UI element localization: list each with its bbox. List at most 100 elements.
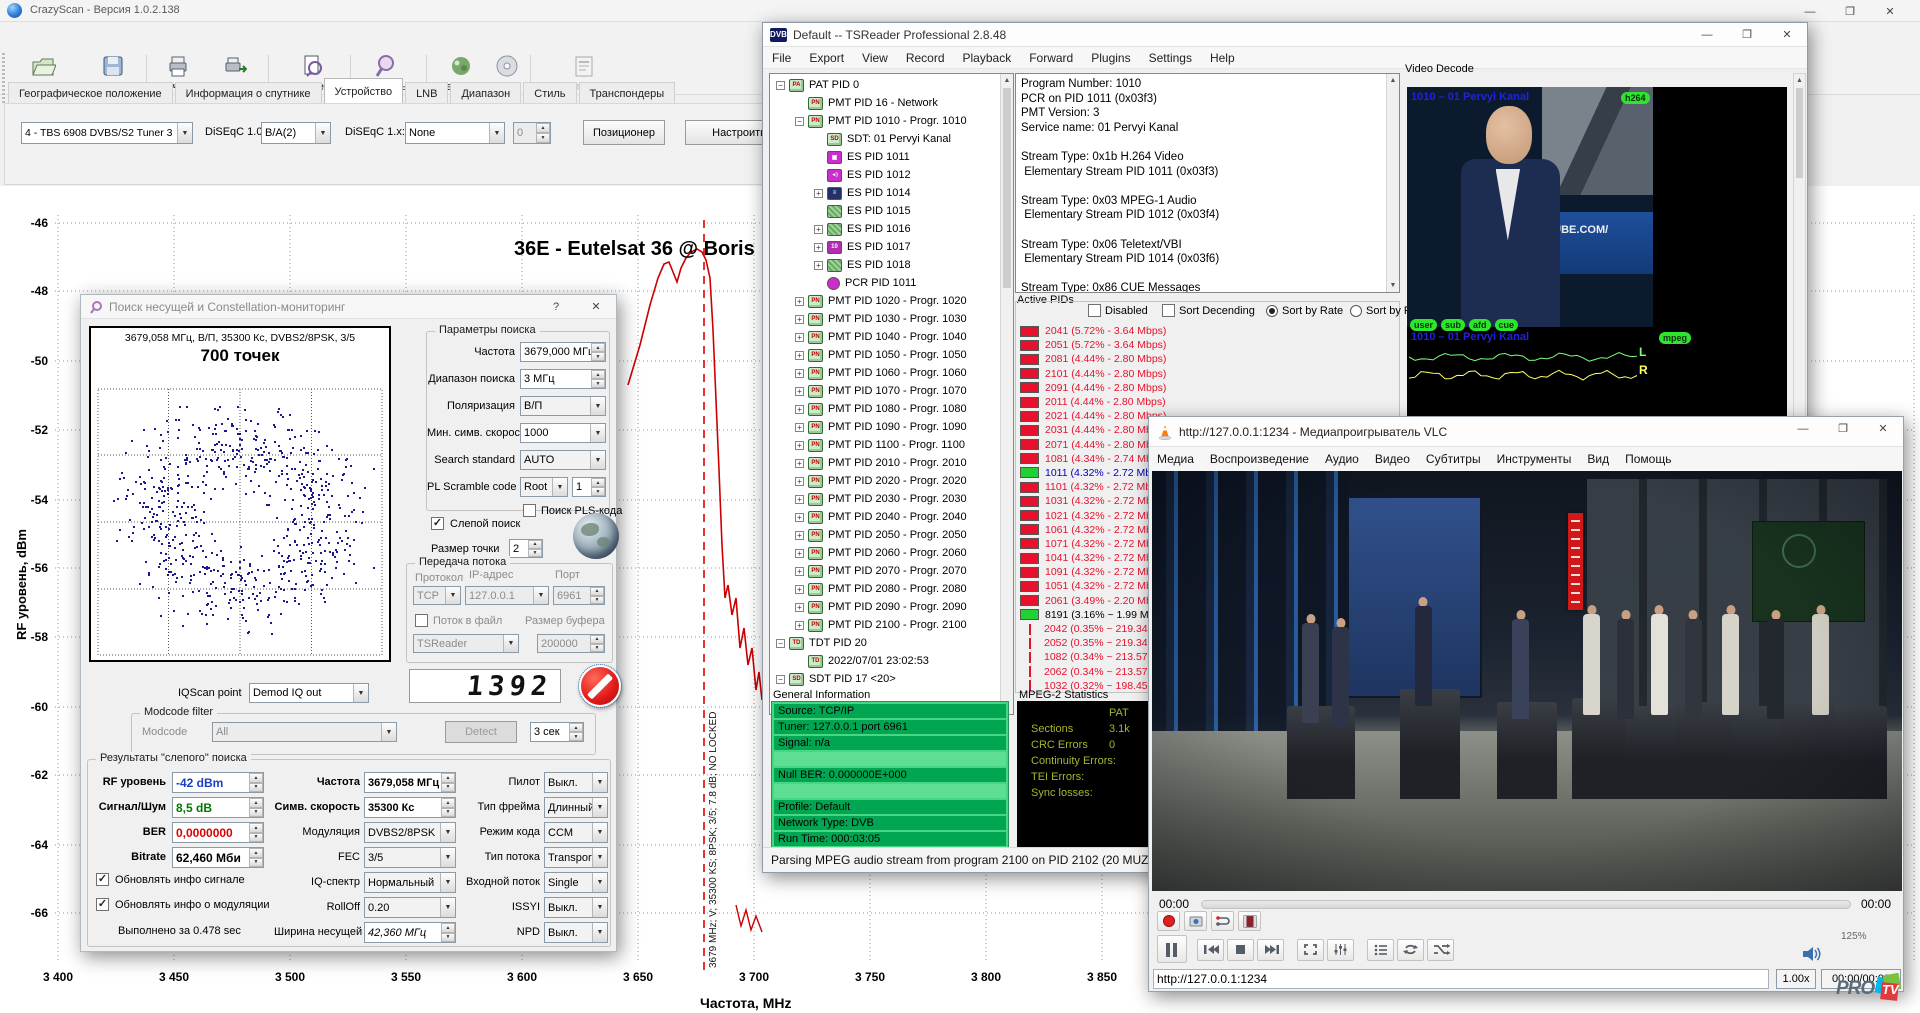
expand-icon[interactable]: + — [795, 603, 804, 612]
result-spinner[interactable]: 62,460 Мби▲▼ — [172, 847, 264, 868]
chevron-down-icon[interactable]: ▼ — [592, 823, 607, 842]
expand-icon[interactable]: + — [795, 441, 804, 450]
menu-plugins[interactable]: Plugins — [1082, 47, 1139, 68]
vlc-minimize-button[interactable]: — — [1783, 417, 1823, 440]
spinner-arrows-icon[interactable]: ▲▼ — [441, 773, 455, 792]
spinner-arrows-icon[interactable]: ▲▼ — [590, 635, 604, 652]
tree-item[interactable]: +PNPMT PID 2060 - Progr. 2060 — [772, 544, 1000, 562]
update-signal-checkbox[interactable]: ✓ — [96, 873, 109, 886]
menu-settings[interactable]: Settings — [1140, 47, 1201, 68]
spinner-arrows-icon[interactable]: ▲▼ — [249, 848, 263, 867]
result-spinner[interactable]: 42,360 МГц▲▼ — [364, 922, 456, 943]
vlc-menu-аудио[interactable]: Аудио — [1317, 447, 1367, 471]
scroll-up-icon[interactable]: ▲ — [1387, 74, 1399, 87]
port-spinner[interactable]: 6961 ▲▼ — [553, 586, 605, 605]
spinner-arrows-icon[interactable]: ▲▼ — [591, 478, 605, 496]
scroll-up-icon[interactable]: ▲ — [1001, 74, 1013, 87]
chevron-down-icon[interactable]: ▼ — [592, 798, 607, 817]
vlc-loop-button[interactable] — [1397, 939, 1424, 961]
spinner-arrows-icon[interactable]: ▲▼ — [591, 343, 605, 361]
pid-row[interactable]: 2081 (4.44% - 2.80 Mbps) — [1020, 352, 1320, 366]
pids-disabled-checkbox[interactable] — [1088, 304, 1101, 317]
tree-item[interactable]: PNPMT PID 16 - Network — [772, 94, 1000, 112]
sort-by-rate-radio[interactable] — [1266, 305, 1278, 317]
ip-select[interactable]: 127.0.0.1 ▼ — [465, 586, 549, 605]
chevron-down-icon[interactable]: ▼ — [590, 397, 605, 415]
expand-icon[interactable]: + — [795, 495, 804, 504]
protocol-select[interactable]: TCP ▼ — [413, 586, 461, 605]
expand-icon[interactable]: + — [795, 567, 804, 576]
result-select[interactable]: Выкл.▼ — [544, 897, 608, 918]
tree-item[interactable]: +PNPMT PID 2050 - Progr. 2050 — [772, 526, 1000, 544]
expand-icon[interactable]: + — [795, 549, 804, 558]
expand-icon[interactable]: + — [795, 351, 804, 360]
menu-forward[interactable]: Forward — [1020, 47, 1082, 68]
tree-item[interactable]: +PNPMT PID 2010 - Progr. 2010 — [772, 454, 1000, 472]
expand-icon[interactable]: + — [795, 387, 804, 396]
result-select[interactable]: Нормальный▼ — [364, 872, 456, 893]
chevron-down-icon[interactable]: ▼ — [592, 873, 607, 892]
pids-sortdesc-checkbox[interactable] — [1162, 304, 1175, 317]
chevron-down-icon[interactable]: ▼ — [590, 424, 605, 442]
menu-export[interactable]: Export — [800, 47, 853, 68]
info-scrollbar[interactable]: ▲ ▼ — [1386, 74, 1399, 292]
tree-item[interactable]: +PNPMT PID 2100 - Progr. 2100 — [772, 616, 1000, 634]
menu-help[interactable]: Help — [1201, 47, 1244, 68]
scrollbar-thumb[interactable] — [1796, 88, 1803, 178]
vlc-video-area[interactable] — [1152, 471, 1902, 891]
expand-icon[interactable]: + — [814, 261, 823, 270]
spinner-arrows-icon[interactable]: ▲▼ — [249, 798, 263, 817]
vlc-previous-button[interactable] — [1197, 939, 1224, 961]
result-select[interactable]: Single▼ — [544, 872, 608, 893]
vlc-rate-display[interactable]: 1.00x — [1776, 969, 1816, 989]
chevron-down-icon[interactable]: ▼ — [590, 451, 605, 469]
vlc-frame-button[interactable] — [1238, 911, 1261, 931]
result-spinner[interactable]: 0,0000000▲▼ — [172, 822, 264, 843]
vlc-pause-button[interactable] — [1157, 935, 1187, 963]
param-select[interactable]: В/П▼ — [520, 396, 606, 416]
param-select[interactable]: AUTO▼ — [520, 450, 606, 470]
chevron-down-icon[interactable]: ▼ — [440, 898, 455, 917]
chevron-down-icon[interactable]: ▼ — [440, 848, 455, 867]
buffer-size-spinner[interactable]: 200000 ▲▼ — [537, 634, 605, 653]
spinner-arrows-icon[interactable]: ▲▼ — [569, 723, 583, 741]
vlc-fullscreen-button[interactable] — [1297, 939, 1324, 961]
vlc-menu-медиа[interactable]: Медиа — [1149, 447, 1202, 471]
expand-icon[interactable]: + — [795, 369, 804, 378]
tree-item[interactable]: −PNPMT PID 1010 - Progr. 1010 — [772, 112, 1000, 130]
tree-item[interactable]: +PNPMT PID 1080 - Progr. 1080 — [772, 400, 1000, 418]
detect-interval-spinner[interactable]: 3 сек ▲▼ — [530, 722, 584, 742]
tree-item[interactable]: +10ES PID 1017 — [772, 238, 1000, 256]
tsreader-minimize-button[interactable]: — — [1687, 23, 1727, 46]
expand-icon[interactable]: + — [795, 531, 804, 540]
spinner-arrows-icon[interactable]: ▲▼ — [441, 923, 455, 942]
pid-row[interactable]: 2011 (4.44% - 2.80 Mbps) — [1020, 395, 1320, 409]
expand-icon[interactable]: + — [795, 405, 804, 414]
result-select[interactable]: Выкл.▼ — [544, 772, 608, 793]
tree-item[interactable]: ▣ES PID 1011 — [772, 148, 1000, 166]
pid-row[interactable]: 2101 (4.44% - 2.80 Mbps) — [1020, 367, 1320, 381]
tree-item[interactable]: +PNPMT PID 2080 - Progr. 2080 — [772, 580, 1000, 598]
menu-file[interactable]: File — [763, 47, 800, 68]
vlc-menu-субтитры[interactable]: Субтитры — [1418, 447, 1489, 471]
tree-item[interactable]: +PNPMT PID 1050 - Progr. 1050 — [772, 346, 1000, 364]
result-select[interactable]: Выкл.▼ — [544, 922, 608, 943]
result-select[interactable]: CCM▼ — [544, 822, 608, 843]
tree-item[interactable]: +PNPMT PID 1060 - Progr. 1060 — [772, 364, 1000, 382]
collapse-icon[interactable]: − — [776, 639, 785, 648]
expand-icon[interactable]: + — [795, 459, 804, 468]
speaker-icon[interactable] — [1801, 945, 1823, 963]
tree-item[interactable]: ES PID 1015 — [772, 202, 1000, 220]
result-select[interactable]: Длинный▼ — [544, 797, 608, 818]
chevron-down-icon[interactable]: ▼ — [592, 898, 607, 917]
tree-item[interactable]: +PNPMT PID 1100 - Progr. 1100 — [772, 436, 1000, 454]
tree-item[interactable]: TD2022/07/01 23:02:53 — [772, 652, 1000, 670]
vlc-stop-button[interactable] — [1227, 939, 1254, 961]
tree-item[interactable]: +PNPMT PID 2090 - Progr. 2090 — [772, 598, 1000, 616]
collapse-icon[interactable]: − — [795, 117, 804, 126]
iqscan-select[interactable]: Demod IQ out ▼ — [249, 683, 369, 703]
tree-scrollbar[interactable]: ▲ ▼ — [1000, 74, 1013, 714]
vlc-volume-slider[interactable] — [1827, 945, 1901, 965]
vlc-shuffle-button[interactable] — [1427, 939, 1454, 961]
vlc-menu-вид[interactable]: Вид — [1579, 447, 1617, 471]
